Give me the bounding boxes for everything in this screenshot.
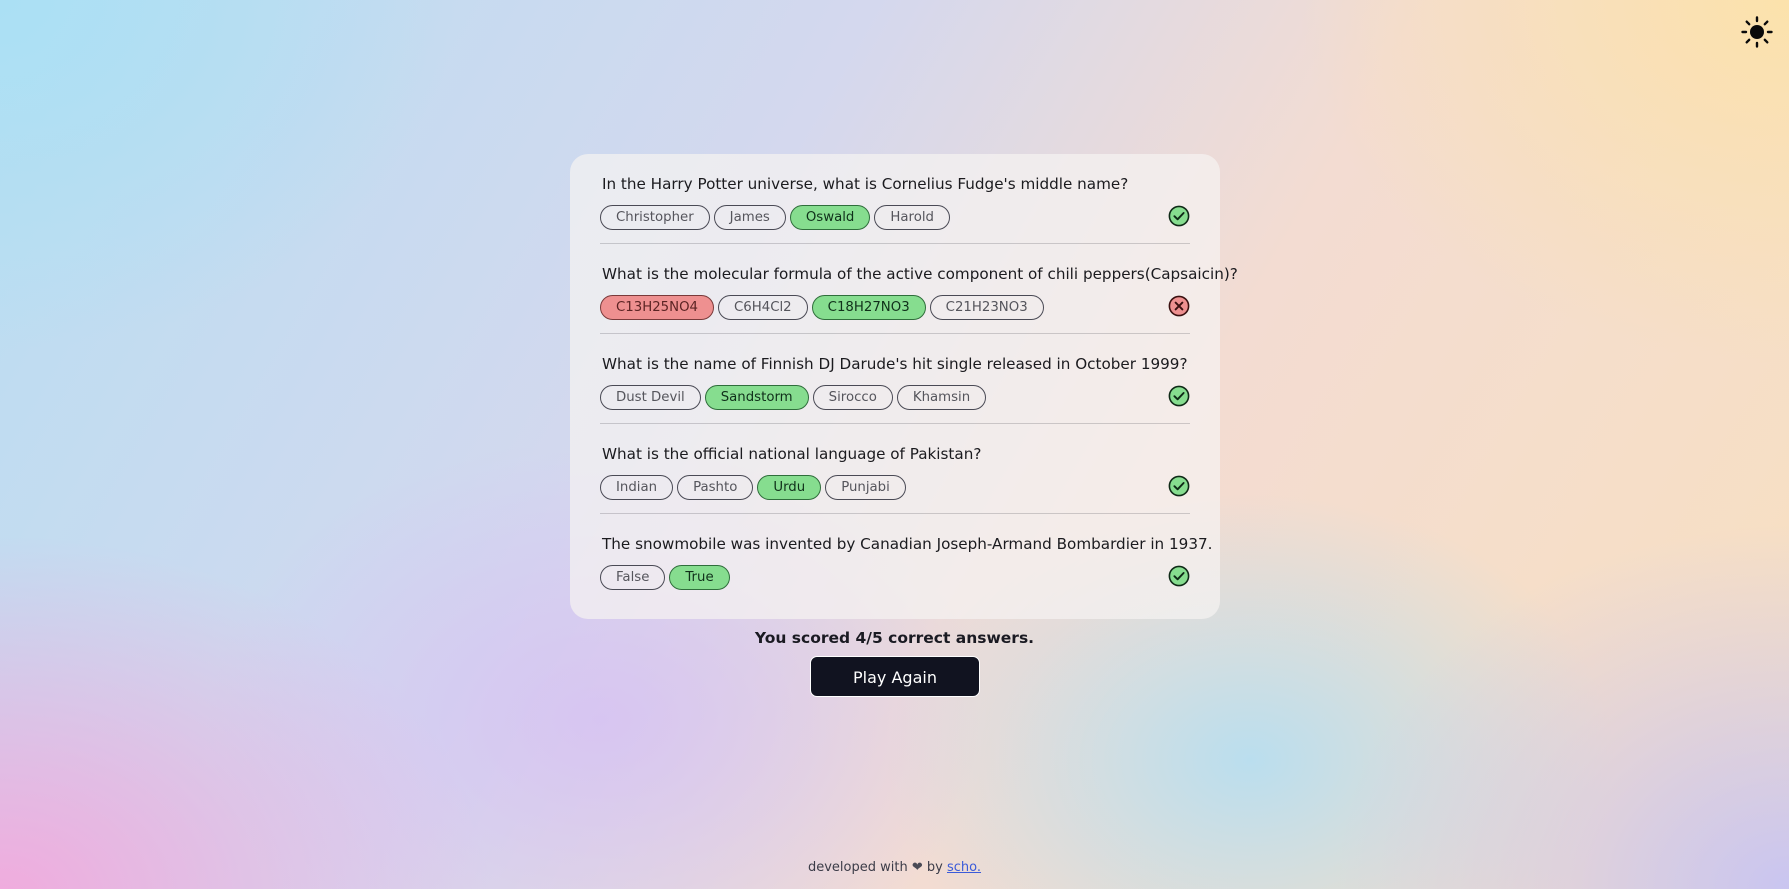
answer-option[interactable]: Harold	[874, 205, 950, 230]
answer-options: False True	[600, 565, 1190, 590]
answer-option[interactable]: C21H23NO3	[929, 295, 1044, 320]
sun-icon	[1741, 16, 1773, 48]
footer-by: by	[926, 860, 943, 875]
answer-option[interactable]: Sandstorm	[704, 385, 809, 410]
answer-option[interactable]: C6H4Cl2	[718, 295, 808, 320]
check-circle-icon	[1168, 385, 1190, 407]
answer-options: Christopher James Oswald Harold	[600, 205, 1190, 230]
theme-toggle-button[interactable]	[1741, 16, 1773, 48]
answer-option[interactable]: Indian	[600, 475, 674, 500]
answer-option[interactable]: Dust Devil	[600, 385, 701, 410]
question-text: What is the name of Finnish DJ Darude's …	[602, 355, 1188, 373]
answer-option[interactable]: Sirocco	[812, 385, 893, 410]
answer-option[interactable]: Oswald	[789, 205, 871, 230]
check-circle-icon	[1168, 475, 1190, 497]
answer-option[interactable]: False	[600, 565, 666, 590]
x-circle-icon	[1168, 295, 1190, 317]
question-text: In the Harry Potter universe, what is Co…	[602, 175, 1129, 193]
answer-option[interactable]: James	[713, 205, 786, 230]
question-row: What is the official national language o…	[600, 424, 1190, 514]
score-text: You scored 4/5 correct answers.	[754, 629, 1035, 647]
question-row: What is the molecular formula of the act…	[600, 244, 1238, 334]
check-circle-icon	[1168, 205, 1190, 227]
answer-option[interactable]: C13H25NO4	[600, 295, 714, 320]
quiz-results-card: In the Harry Potter universe, what is Co…	[570, 154, 1238, 619]
answer-option[interactable]: True	[669, 565, 730, 590]
question-text: What is the official national language o…	[602, 445, 982, 463]
question-row: In the Harry Potter universe, what is Co…	[600, 154, 1190, 244]
answer-option[interactable]: C18H27NO3	[811, 295, 926, 320]
play-again-button[interactable]: Play Again	[810, 656, 980, 697]
answer-option[interactable]: Pashto	[677, 475, 754, 500]
footer-prefix: developed with	[807, 860, 908, 875]
check-circle-icon	[1168, 565, 1190, 587]
answer-options: Indian Pashto Urdu Punjabi	[600, 475, 1190, 500]
question-text: What is the molecular formula of the act…	[602, 265, 1238, 283]
question-row: The snowmobile was invented by Canadian …	[600, 514, 1213, 604]
footer: developed with ❤ by scho.	[0, 860, 1789, 875]
answer-options: Dust Devil Sandstorm Sirocco Khamsin	[600, 385, 1190, 410]
answer-option[interactable]: Khamsin	[896, 385, 987, 410]
heart-icon: ❤	[911, 860, 923, 875]
answer-options: C13H25NO4 C6H4Cl2 C18H27NO3 C21H23NO3	[600, 295, 1190, 320]
question-row: What is the name of Finnish DJ Darude's …	[600, 334, 1190, 424]
answer-option[interactable]: Christopher	[600, 205, 710, 230]
answer-option[interactable]: Punjabi	[825, 475, 906, 500]
author-link[interactable]: scho.	[947, 860, 981, 875]
answer-option[interactable]: Urdu	[757, 475, 822, 500]
question-text: The snowmobile was invented by Canadian …	[602, 535, 1213, 553]
